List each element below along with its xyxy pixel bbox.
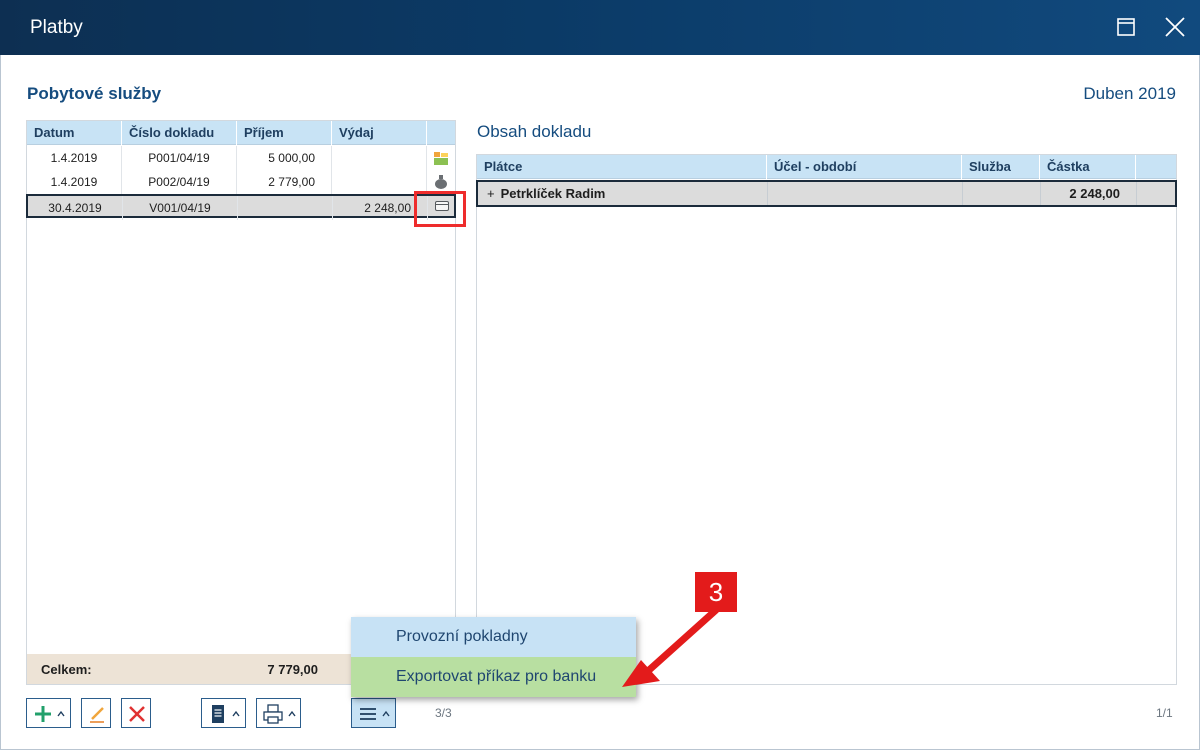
- annotation-arrow: [622, 606, 720, 687]
